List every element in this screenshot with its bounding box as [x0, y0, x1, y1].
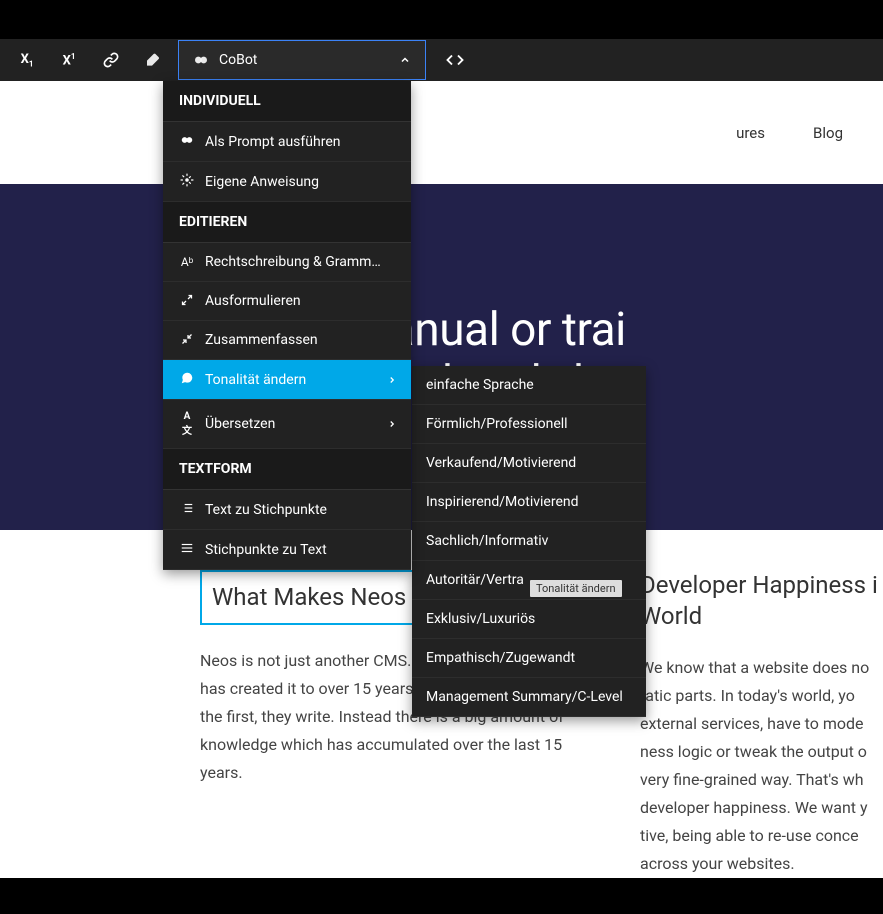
menu-label: Als Prompt ausführen	[205, 134, 340, 150]
compress-icon	[179, 333, 195, 348]
code-icon	[446, 51, 464, 69]
menu-item-summarize[interactable]: Zusammenfassen	[163, 321, 411, 360]
tooltip: Tonalität ändern	[530, 580, 622, 597]
dropdown-section-individuell: INDIVIDUELL	[163, 81, 411, 122]
menu-label: Stichpunkte zu Text	[205, 542, 327, 558]
tone-submenu: einfache Sprache Förmlich/Professionell …	[412, 366, 646, 717]
menu-item-spellcheck[interactable]: Aᵇ Rechtschreibung & Gramm…	[163, 243, 411, 282]
code-view-button[interactable]	[434, 40, 476, 80]
submenu-item-factual[interactable]: Sachlich/Informativ	[412, 522, 646, 561]
menu-label: Ausformulieren	[205, 293, 301, 309]
submenu-item-exclusive[interactable]: Exklusiv/Luxuriös	[412, 600, 646, 639]
menu-item-run-as-prompt[interactable]: Als Prompt ausführen	[163, 122, 411, 162]
menu-label: Tonalität ändern	[205, 372, 306, 388]
menu-item-custom-instruction[interactable]: Eigene Anweisung	[163, 162, 411, 202]
menu-item-text-to-bullets[interactable]: Text zu Stichpunkte	[163, 490, 411, 530]
submenu-item-selling[interactable]: Verkaufend/Motivierend	[412, 444, 646, 483]
text-icon	[179, 541, 195, 558]
superscript-button[interactable]: X1	[48, 40, 90, 80]
eraser-button[interactable]	[132, 40, 174, 80]
menu-label: Eigene Anweisung	[205, 174, 319, 190]
subscript-icon: X1	[21, 52, 34, 69]
menu-item-translate[interactable]: A文 Übersetzen	[163, 400, 411, 449]
menu-label: Text zu Stichpunkte	[205, 502, 327, 518]
chevron-right-icon	[387, 419, 397, 429]
dropdown-section-textform: TEXTFORM	[163, 449, 411, 490]
right-column-title: Developer Happiness i World	[640, 570, 883, 632]
cobot-dropdown-trigger[interactable]: CoBot	[178, 40, 426, 80]
expand-icon	[179, 294, 195, 309]
brain-icon	[193, 52, 209, 68]
nav-blog[interactable]: Blog	[813, 124, 843, 142]
editor-toolbar: X1 X1 CoBot	[0, 39, 883, 81]
left-column-title[interactable]: What Makes Neos	[200, 570, 418, 625]
link-button[interactable]	[90, 40, 132, 80]
window-top-bar	[0, 0, 883, 39]
column-right: Developer Happiness i World We know that…	[640, 570, 883, 878]
menu-item-change-tone[interactable]: Tonalität ändern	[163, 360, 411, 400]
translate-icon: A文	[179, 411, 195, 437]
superscript-icon: X1	[63, 52, 76, 68]
site-nav: ures Blog	[0, 81, 883, 184]
gear-icon	[179, 173, 195, 190]
chevron-up-icon	[399, 54, 411, 66]
nav-features[interactable]: ures	[736, 124, 765, 142]
menu-label: Übersetzen	[205, 416, 275, 432]
cobot-label: CoBot	[219, 52, 257, 68]
submenu-item-inspiring[interactable]: Inspirierend/Motivierend	[412, 483, 646, 522]
brain-icon	[179, 133, 195, 150]
submenu-item-empathic[interactable]: Empathisch/Zugewandt	[412, 639, 646, 678]
menu-item-elaborate[interactable]: Ausformulieren	[163, 282, 411, 321]
menu-label: Zusammenfassen	[205, 332, 318, 348]
cobot-dropdown-menu: INDIVIDUELL Als Prompt ausführen Eigene …	[163, 81, 411, 570]
chevron-right-icon	[387, 375, 397, 385]
list-icon	[179, 501, 195, 518]
submenu-item-management[interactable]: Management Summary/C-Level	[412, 678, 646, 717]
menu-item-bullets-to-text[interactable]: Stichpunkte zu Text	[163, 530, 411, 570]
dropdown-section-editieren: EDITIEREN	[163, 202, 411, 243]
link-icon	[103, 52, 119, 68]
submenu-item-formal[interactable]: Förmlich/Professionell	[412, 405, 646, 444]
right-column-body: We know that a website does no tatic par…	[640, 654, 883, 878]
subscript-button[interactable]: X1	[6, 40, 48, 80]
chat-icon	[179, 371, 195, 388]
menu-label: Rechtschreibung & Gramm…	[205, 254, 381, 270]
spellcheck-icon: Aᵇ	[179, 255, 195, 269]
submenu-item-simple[interactable]: einfache Sprache	[412, 366, 646, 405]
eraser-icon	[145, 52, 161, 68]
